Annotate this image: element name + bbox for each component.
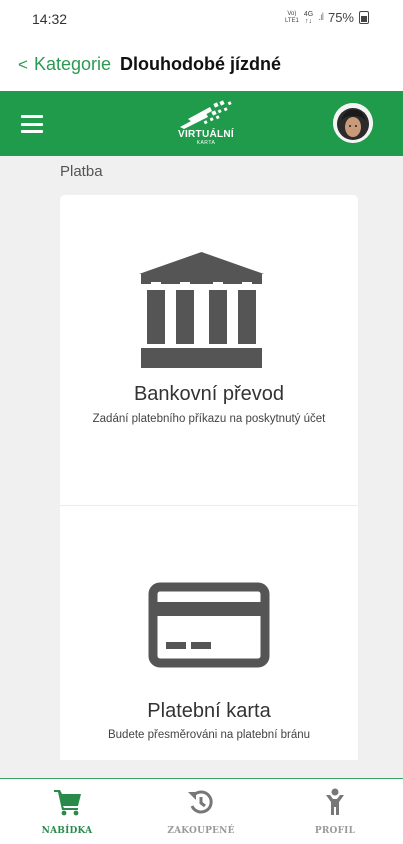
virtualni-karta-logo: VIRTUÁLNÍ KARTA (166, 99, 246, 149)
bottom-tab-bar: NABÍDKA ZAKOUPENÉ PROFIL (0, 778, 403, 844)
card-payment-title: Platební karta (147, 700, 271, 722)
tab-label: NABÍDKA (41, 826, 93, 836)
tab-label: ZAKOUPENÉ (167, 826, 235, 836)
page-title: Dlouhodobé jízdné (120, 54, 281, 74)
tab-profil[interactable]: PROFIL (268, 779, 402, 844)
bank-transfer-title: Bankovní převod (133, 383, 285, 405)
card-payment-description: Budete přesměrováni na platební bránu (107, 729, 311, 741)
bank-transfer-description: Zadání platebního příkazu na poskytnutý … (92, 413, 326, 425)
person-icon (326, 788, 344, 815)
tab-label: PROFIL (314, 826, 356, 836)
tab-zakoupene[interactable]: ZAKOUPENÉ (134, 779, 268, 844)
logo-graphic (180, 100, 232, 129)
back-button[interactable]: < Kategorie (18, 54, 111, 75)
cart-icon (54, 790, 81, 816)
bank-transfer-option[interactable]: Bankovní převod Zadání platebního příkaz… (60, 195, 358, 505)
navigation-bar: < Kategorie Dlouhodobé jízdné (0, 38, 403, 91)
payment-options-card: Bankovní převod Zadání platebního příkaz… (60, 195, 358, 785)
app-header: VIRTUÁLNÍ KARTA (0, 91, 403, 156)
tab-nabidka[interactable]: NABÍDKA (0, 779, 134, 844)
avatar[interactable] (333, 103, 373, 143)
credit-card-icon (148, 582, 270, 668)
battery-percent: 75% (327, 10, 354, 25)
logo-subtext: KARTA (196, 140, 216, 146)
history-icon (188, 790, 213, 814)
status-indicators: Vo) LTE1 4G ↑↓ .ıl 75% (285, 10, 369, 25)
bank-icon (139, 252, 264, 368)
volte-indicator: Vo) LTE1 (284, 10, 299, 24)
card-payment-option[interactable]: Platební karta Budete přesměrováni na pl… (60, 505, 358, 785)
user-photo (333, 103, 373, 143)
chevron-left-icon: < (18, 54, 28, 74)
network-type: 4G ↑↓ (303, 10, 314, 25)
logo-text: VIRTUÁLNÍ (177, 129, 235, 140)
status-time: 14:32 (32, 11, 68, 27)
menu-icon[interactable] (21, 115, 43, 133)
signal-icon: .ıl (318, 12, 324, 23)
back-label: Kategorie (33, 54, 111, 74)
battery-icon (359, 11, 369, 24)
section-title: Platba (60, 163, 103, 180)
content-gap (0, 760, 403, 778)
status-bar: 14:32 Vo) LTE1 4G ↑↓ .ıl 75% (0, 0, 403, 38)
